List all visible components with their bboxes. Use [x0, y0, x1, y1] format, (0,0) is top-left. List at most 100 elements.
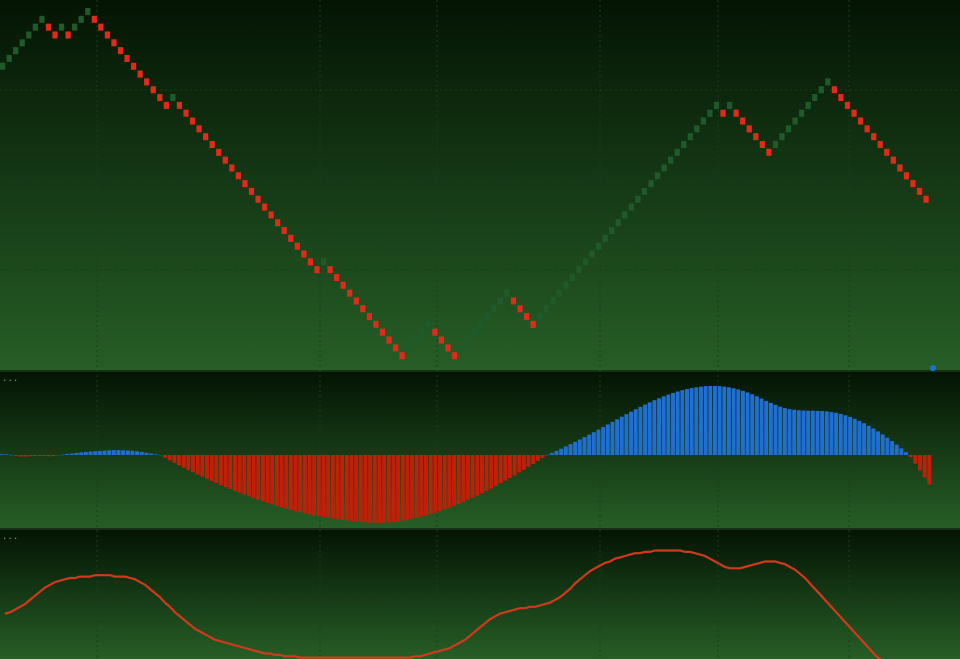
histogram-bar-negative	[274, 455, 279, 506]
renko-brick-up	[726, 101, 733, 109]
histogram-bar-negative	[363, 455, 368, 523]
histogram-bar-negative	[908, 455, 913, 458]
renko-brick-down	[871, 133, 877, 141]
renko-brick-down	[150, 86, 156, 94]
renko-brick-up	[785, 125, 792, 133]
histogram-bar-positive	[102, 450, 107, 455]
histogram-bar-positive	[605, 424, 610, 455]
histogram-bar-negative	[531, 455, 536, 464]
histogram-bar-negative	[195, 455, 200, 475]
histogram-bar-positive	[0, 454, 4, 455]
renko-brick-up	[812, 94, 818, 102]
histogram-bar-negative	[400, 455, 405, 521]
histogram-bar-negative	[205, 455, 209, 479]
histogram-bar-negative	[498, 455, 503, 484]
histogram-bar-negative	[503, 455, 508, 481]
renko-brick-down	[288, 234, 294, 242]
histogram-bar-negative	[479, 455, 484, 494]
renko-brick-up	[661, 164, 667, 172]
histogram-bar-negative	[340, 455, 345, 520]
renko-brick-up	[484, 313, 490, 321]
renko-brick-down	[52, 31, 58, 39]
renko-brick-down	[248, 187, 255, 195]
histogram-bar-positive	[829, 412, 834, 455]
histogram-bar-positive	[838, 413, 843, 455]
renko-brick-up	[563, 281, 569, 289]
histogram-bar-negative	[461, 455, 466, 502]
histogram-bar-positive	[885, 437, 890, 455]
renko-brick-up	[543, 305, 549, 313]
renko-brick-down	[157, 94, 163, 102]
renko-brick-up	[792, 117, 798, 125]
renko-brick-down	[229, 164, 235, 172]
histogram-bar-positive	[750, 394, 755, 455]
histogram-bar-positive	[153, 454, 158, 455]
renko-brick-up	[576, 266, 582, 274]
renko-brick-down	[530, 320, 536, 328]
histogram-bar-positive	[615, 419, 620, 455]
histogram-bar-positive	[894, 444, 899, 455]
histogram-bar-positive	[582, 437, 587, 455]
renko-brick-down	[373, 320, 379, 328]
renko-brick-down	[838, 94, 844, 102]
histogram-bar-positive	[899, 448, 904, 455]
momentum-panel-bg	[0, 530, 960, 659]
histogram-bar-positive	[629, 411, 634, 455]
histogram-bar-negative	[526, 455, 531, 467]
histogram-bar-positive	[871, 428, 876, 455]
histogram-bar-negative	[918, 455, 922, 471]
renko-brick-up	[674, 148, 680, 156]
renko-brick-up	[478, 320, 484, 328]
histogram-bar-negative	[517, 455, 522, 473]
renko-brick-down	[360, 305, 366, 313]
histogram-bar-negative	[293, 455, 298, 512]
renko-brick-down	[451, 352, 458, 360]
histogram-bar-positive	[601, 427, 606, 455]
histogram-bar-negative	[326, 455, 331, 518]
renko-brick-down	[98, 23, 104, 31]
histogram-bar-negative	[452, 455, 456, 506]
renko-brick-up	[58, 23, 65, 31]
renko-brick-down	[438, 336, 445, 344]
renko-brick-down	[314, 266, 320, 274]
histogram-bar-negative	[512, 455, 517, 476]
histogram-bar-negative	[270, 455, 275, 505]
renko-brick-up	[320, 258, 327, 266]
histogram-bar-positive	[862, 423, 867, 455]
histogram-bar-positive	[834, 412, 839, 455]
histogram-bar-negative	[428, 455, 433, 515]
histogram-bar-negative	[41, 455, 46, 457]
histogram-bar-positive	[740, 390, 745, 455]
histogram-bar-negative	[233, 455, 237, 491]
histogram-bar-positive	[9, 454, 14, 456]
histogram-bar-positive	[93, 451, 98, 455]
histogram-bar-positive	[820, 411, 825, 455]
histogram-bar-positive	[149, 453, 154, 455]
histogram-bar-positive	[559, 448, 564, 455]
histogram-bar-negative	[493, 455, 498, 486]
renko-brick-down	[235, 172, 242, 180]
renko-brick-up	[622, 211, 628, 219]
renko-brick-down	[130, 62, 137, 70]
renko-brick-up	[779, 133, 785, 141]
histogram-bar-positive	[685, 389, 689, 455]
histogram-bar-negative	[344, 455, 349, 521]
renko-brick-up	[458, 344, 464, 352]
chart-canvas: ... ...	[0, 0, 960, 659]
renko-brick-up	[615, 219, 621, 227]
renko-brick-down	[884, 148, 890, 156]
renko-brick-down	[334, 273, 340, 281]
renko-brick-up	[641, 187, 648, 195]
histogram-bar-positive	[591, 432, 596, 455]
renko-panel-bg	[0, 0, 960, 370]
histogram-bar-negative	[507, 455, 512, 479]
histogram-bar-negative	[335, 455, 340, 520]
renko-brick-down	[432, 328, 438, 336]
renko-brick-down	[301, 250, 307, 258]
renko-brick-up	[589, 250, 595, 258]
renko-brick-down	[766, 148, 772, 156]
histogram-bar-positive	[643, 404, 648, 455]
histogram-bar-positive	[69, 453, 74, 455]
histogram-bar-negative	[358, 455, 363, 522]
histogram-bar-negative	[405, 455, 410, 520]
